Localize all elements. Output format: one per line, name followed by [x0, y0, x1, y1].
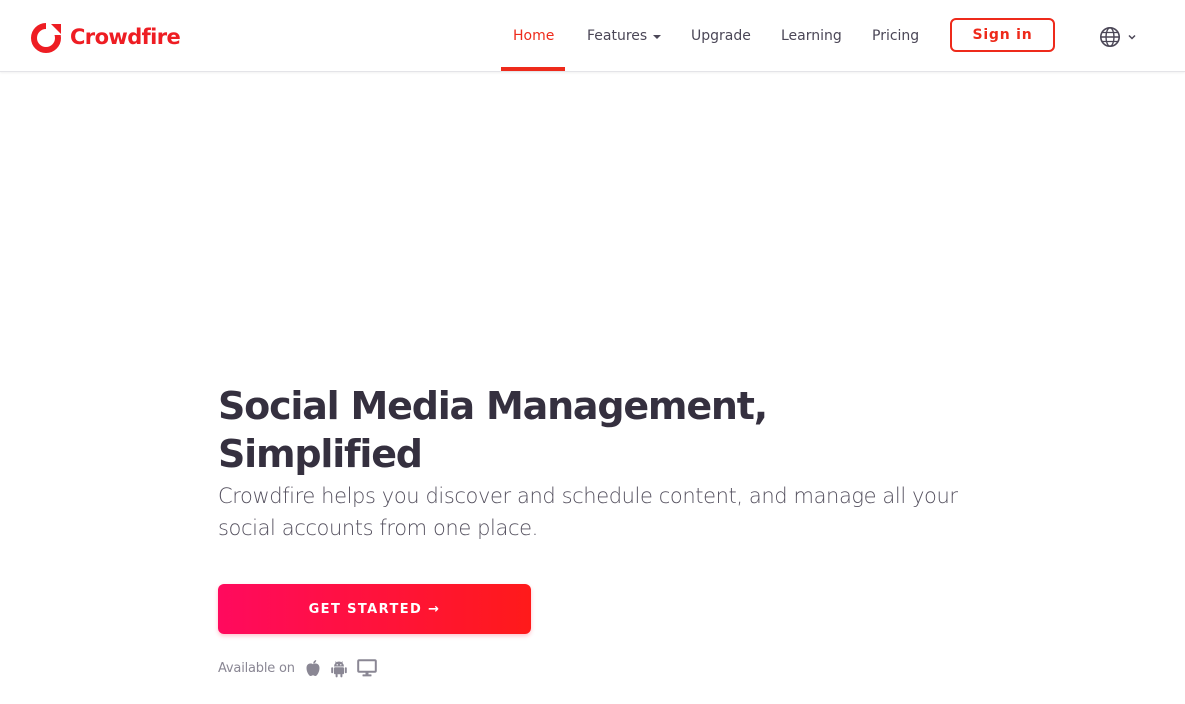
sign-in-button[interactable]: Sign in — [950, 18, 1055, 52]
nav-features[interactable]: Features — [587, 0, 662, 71]
brand-name: Crowdfire — [70, 25, 181, 49]
top-navbar: Crowdfire Home Features Upgrade Learning… — [0, 0, 1185, 72]
nav-home[interactable]: Home — [513, 0, 554, 71]
hero-title-line-2: Simplified — [218, 432, 423, 476]
brand-logo[interactable]: Crowdfire — [30, 20, 181, 54]
nav-features-label: Features — [587, 27, 648, 44]
available-on: Available on — [218, 657, 377, 679]
hero-subtitle: Crowdfire helps you discover and schedul… — [218, 484, 958, 540]
crowdfire-logo-icon — [31, 23, 62, 53]
nav-upgrade[interactable]: Upgrade — [691, 0, 751, 71]
globe-icon — [1100, 27, 1120, 47]
hero-title-line-1: Social Media Management, — [218, 384, 768, 428]
nav-learning[interactable]: Learning — [781, 0, 842, 71]
caret-down-icon — [653, 34, 662, 39]
hero-title: Social Media Management, Simplified — [218, 382, 918, 478]
available-on-label: Available on — [218, 660, 295, 676]
apple-icon[interactable] — [305, 659, 321, 677]
nav-pricing[interactable]: Pricing — [872, 0, 919, 71]
nav-active-indicator — [501, 67, 565, 71]
android-icon[interactable] — [330, 659, 348, 678]
desktop-icon[interactable] — [356, 659, 377, 677]
get-started-button[interactable]: GET STARTED → — [218, 584, 531, 634]
chevron-down-icon — [1128, 34, 1136, 40]
language-selector[interactable] — [1099, 26, 1138, 48]
